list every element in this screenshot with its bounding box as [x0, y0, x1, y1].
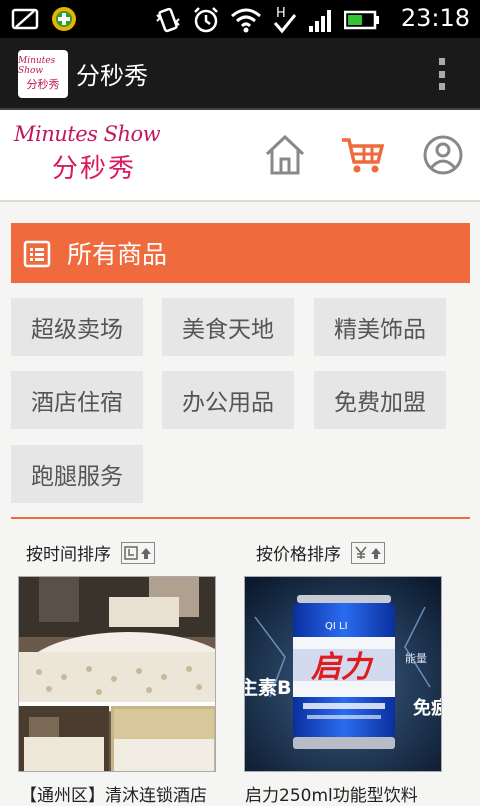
status-bar: H 23:18	[0, 0, 480, 38]
arrow-up-icon	[141, 547, 151, 559]
sort-by-time-label: 按时间排序	[26, 545, 111, 565]
can-pinyin-text: QI LI	[325, 621, 348, 632]
wifi-icon	[231, 8, 261, 33]
user-icon[interactable]	[420, 132, 466, 178]
cart-icon[interactable]	[340, 132, 386, 178]
alarm-icon	[194, 7, 218, 33]
all-products-header: 所有商品	[11, 223, 470, 283]
hspa-data-icon: H	[273, 6, 297, 34]
category-button[interactable]: 免费加盟	[314, 371, 446, 429]
system-icons: H	[154, 5, 380, 35]
notification-icons	[10, 5, 78, 33]
sort-price-badge	[351, 541, 385, 564]
brand-logo-cn: 分秒秀	[52, 154, 137, 184]
battery-icon	[344, 10, 379, 30]
category-button[interactable]: 美食天地	[162, 298, 294, 356]
yen-icon	[355, 546, 367, 559]
app-logo-text-cn: 分秒秀	[26, 78, 60, 91]
shield-app-icon	[52, 7, 76, 31]
product-image-hotel[interactable]	[18, 576, 216, 772]
overflow-menu-icon[interactable]	[438, 58, 446, 90]
can-brand-text: 启力	[311, 650, 374, 685]
app-bar: Minutes Show 分秒秀 分秒秀	[0, 38, 480, 110]
sort-by-price[interactable]: 按价格排序	[256, 540, 385, 565]
energy-drink-photo: 主素B1 免疲 能量 启力 QI LI	[245, 577, 442, 771]
brand-logo[interactable]: Minutes Show 分秒秀	[14, 122, 179, 192]
vibrate-icon	[156, 7, 180, 33]
hotel-room-photo	[19, 577, 215, 771]
divider	[11, 517, 470, 519]
signal-icon	[309, 10, 331, 32]
category-button[interactable]: 办公用品	[162, 371, 294, 429]
brand-logo-en: Minutes Show	[14, 122, 161, 146]
product-title[interactable]: 【通州区】清沐连锁酒店	[20, 781, 207, 806]
poster-text-top: 能量	[405, 651, 427, 665]
sort-by-time[interactable]: 按时间排序	[26, 540, 155, 565]
app-logo[interactable]: Minutes Show 分秒秀	[18, 50, 68, 98]
section-title: 所有商品	[67, 240, 168, 269]
app-logo-text-en: Minutes Show	[18, 56, 56, 76]
sort-time-badge	[121, 541, 155, 564]
category-button[interactable]: 酒店住宿	[11, 371, 143, 429]
svg-text:H: H	[276, 6, 286, 21]
app-title: 分秒秀	[76, 62, 148, 90]
sort-by-price-label: 按价格排序	[256, 545, 341, 565]
list-icon	[23, 240, 51, 268]
category-button[interactable]: 超级卖场	[11, 298, 143, 356]
site-header: Minutes Show 分秒秀	[0, 110, 480, 202]
clock-icon	[124, 545, 138, 560]
poster-text-right: 免疲	[413, 697, 442, 719]
product-image-drink[interactable]: 主素B1 免疲 能量 启力 QI LI	[244, 576, 442, 772]
product-title[interactable]: 启力250ml功能型饮料	[245, 781, 418, 806]
clock: 23:18	[400, 4, 470, 32]
sim-card-icon	[11, 8, 39, 30]
category-button[interactable]: 精美饰品	[314, 298, 446, 356]
arrow-up-icon	[371, 547, 381, 559]
home-icon[interactable]	[262, 132, 308, 178]
category-button[interactable]: 跑腿服务	[11, 445, 143, 503]
